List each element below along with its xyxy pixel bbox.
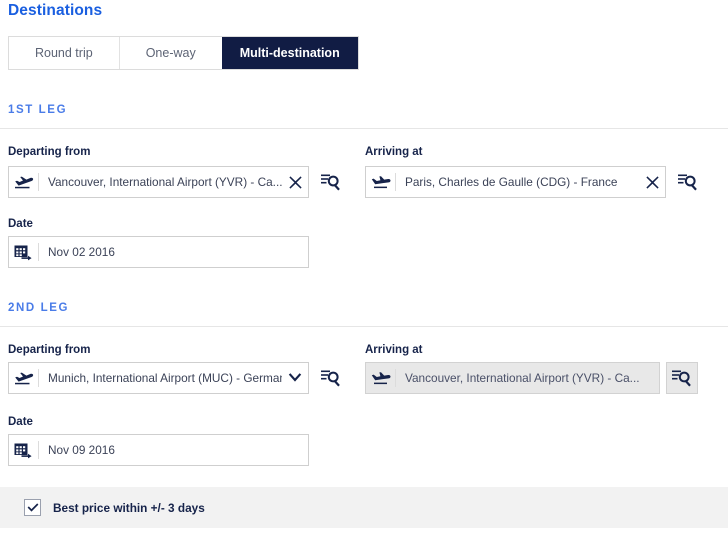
check-icon	[27, 502, 39, 513]
leg-2-section-title: 2ND LEG	[8, 302, 70, 314]
leg-1-departing-value: Vancouver, International Airport (YVR) -…	[48, 175, 282, 189]
leg-1-arriving-search-button[interactable]	[672, 166, 704, 198]
leg-1-date-value: Nov 02 2016	[48, 245, 115, 259]
plane-landing-icon	[366, 369, 396, 387]
page-title: Destinations	[8, 2, 103, 19]
calendar-icon	[9, 441, 39, 459]
leg-2-arriving-label: Arriving at	[365, 344, 423, 356]
plane-takeoff-icon	[9, 173, 39, 191]
leg-1-arriving-label: Arriving at	[365, 146, 423, 158]
best-price-banner: Best price within +/- 3 days	[0, 487, 728, 528]
plane-landing-icon	[366, 173, 396, 191]
leg-1-departing-label: Departing from	[8, 146, 91, 158]
best-price-checkbox[interactable]	[24, 499, 41, 516]
chevron-down-icon[interactable]	[282, 373, 308, 383]
best-price-label: Best price within +/- 3 days	[53, 500, 205, 515]
leg-2-date-input[interactable]: Nov 09 2016	[8, 434, 309, 466]
leg-1-departing-input[interactable]: Vancouver, International Airport (YVR) -…	[8, 166, 309, 198]
close-icon[interactable]	[282, 175, 308, 189]
leg-2-date-value: Nov 09 2016	[48, 443, 115, 457]
list-search-icon	[671, 368, 693, 388]
leg-1-date-input[interactable]: Nov 02 2016	[8, 236, 309, 268]
leg-1-departing-search-button[interactable]	[315, 166, 347, 198]
leg-2-date-label: Date	[8, 416, 33, 428]
leg-1-section-title: 1ST LEG	[8, 104, 68, 116]
leg-2-departing-search-button[interactable]	[315, 362, 347, 394]
leg-1-arriving-input[interactable]: Paris, Charles de Gaulle (CDG) - France	[365, 166, 666, 198]
close-icon[interactable]	[639, 175, 665, 189]
tab-round-trip[interactable]: Round trip	[9, 37, 119, 69]
plane-takeoff-icon	[9, 369, 39, 387]
leg-1-arriving-value: Paris, Charles de Gaulle (CDG) - France	[405, 175, 618, 189]
leg-1-divider	[0, 128, 728, 129]
list-search-icon	[677, 172, 699, 192]
list-search-icon	[320, 368, 342, 388]
leg-1-date-label: Date	[8, 218, 33, 230]
leg-2-departing-value: Munich, International Airport (MUC) - Ge…	[48, 371, 282, 385]
calendar-icon	[9, 243, 39, 261]
leg-2-arriving-value: Vancouver, International Airport (YVR) -…	[405, 371, 640, 385]
leg-2-arriving-search-button[interactable]	[666, 362, 698, 394]
leg-2-arriving-input: Vancouver, International Airport (YVR) -…	[365, 362, 660, 394]
leg-2-departing-label: Departing from	[8, 344, 91, 356]
tab-multi-destination[interactable]: Multi-destination	[221, 37, 358, 69]
list-search-icon	[320, 172, 342, 192]
leg-2-divider	[0, 326, 728, 327]
tab-one-way[interactable]: One-way	[118, 37, 222, 69]
trip-type-tabs: Round trip One-way Multi-destination	[8, 36, 359, 70]
leg-2-departing-input[interactable]: Munich, International Airport (MUC) - Ge…	[8, 362, 309, 394]
